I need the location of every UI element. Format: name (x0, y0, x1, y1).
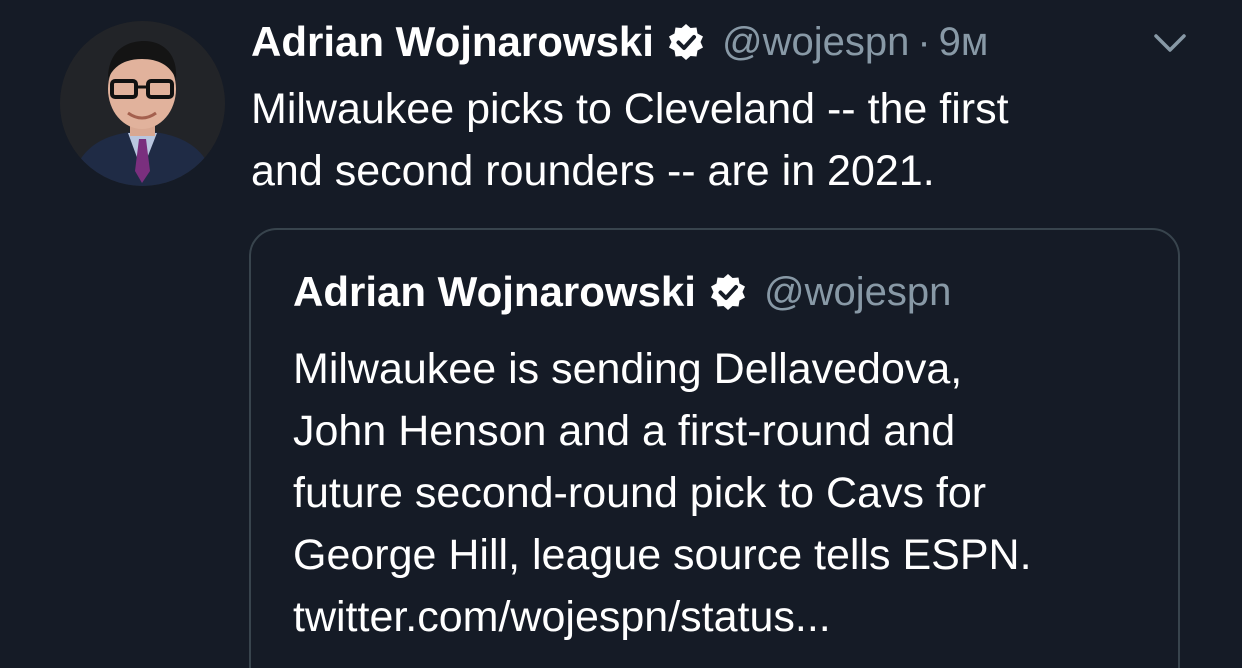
chevron-down-icon[interactable] (1150, 26, 1190, 60)
separator-dot: · (917, 19, 931, 64)
tweet[interactable]: Adrian Wojnarowski @wojespn · 9м Milwauk… (0, 0, 1242, 668)
avatar[interactable] (60, 21, 225, 186)
tweet-text: Milwaukee picks to Cleveland -- the firs… (251, 78, 1191, 202)
quoted-text-line: George Hill, league source tells ESPN. (293, 531, 1032, 579)
quoted-tweet-text: Milwaukee is sending Dellavedova, John H… (293, 338, 1163, 648)
quoted-tweet-header: Adrian Wojnarowski @wojespn (293, 266, 951, 318)
quoted-tweet-card[interactable]: Adrian Wojnarowski @wojespn Milwaukee is… (249, 228, 1180, 668)
author-name[interactable]: Adrian Wojnarowski (251, 18, 654, 66)
tweet-text-line: Milwaukee picks to Cleveland -- the firs… (251, 85, 1009, 133)
author-handle[interactable]: @wojespn (722, 20, 909, 65)
verified-badge-icon (666, 22, 706, 62)
tweet-header: Adrian Wojnarowski @wojespn · 9м (251, 16, 988, 68)
quoted-text-line: future second-round pick to Cavs for (293, 469, 987, 517)
quoted-text-line: John Henson and a first-round and (293, 407, 956, 455)
quoted-author-name: Adrian Wojnarowski (293, 268, 696, 315)
verified-badge-icon (708, 272, 748, 312)
quoted-text-line: Milwaukee is sending Dellavedova, (293, 345, 963, 393)
tweet-text-line: and second rounders -- are in 2021. (251, 147, 935, 195)
quoted-tweet-link[interactable]: twitter.com/wojespn/status... (293, 586, 1163, 648)
timestamp[interactable]: 9м (939, 20, 989, 65)
quoted-author-handle: @wojespn (763, 269, 952, 314)
